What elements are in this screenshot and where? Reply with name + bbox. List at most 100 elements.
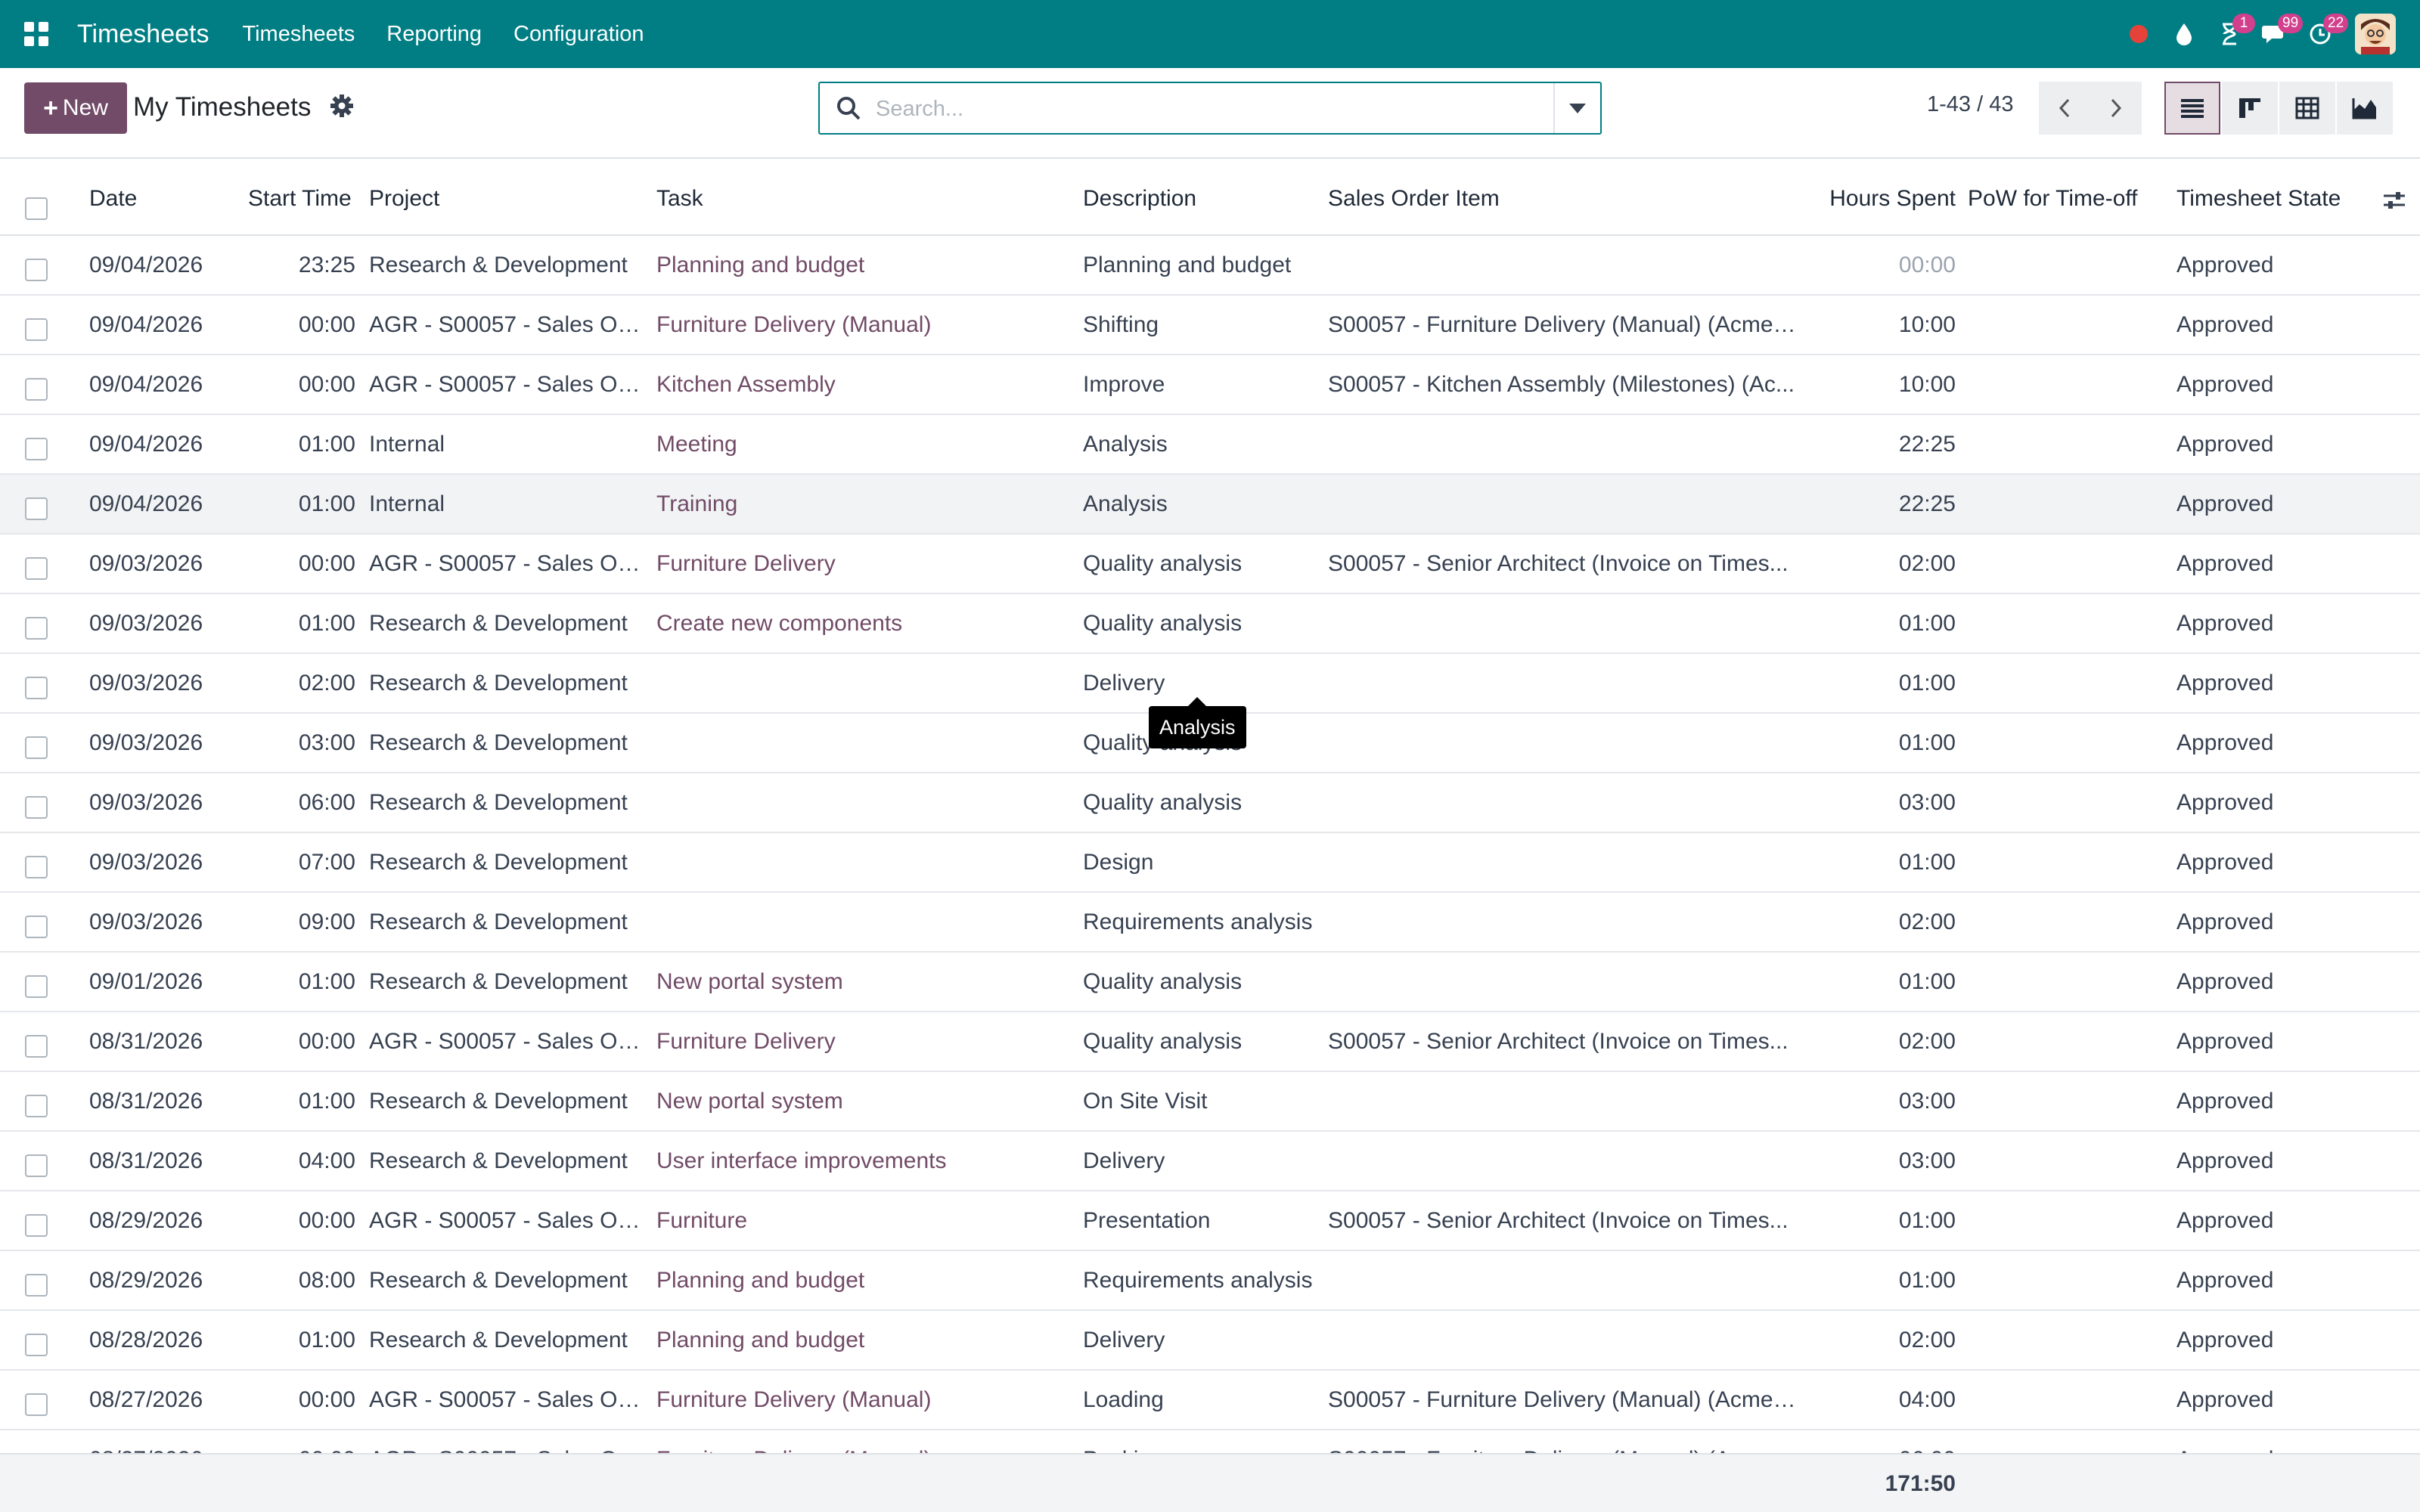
row-checkbox[interactable] — [25, 1095, 48, 1117]
cell-task[interactable]: Planning and budget — [656, 1266, 1065, 1296]
cell-task[interactable]: Kitchen Assembly — [656, 370, 1065, 400]
search-input[interactable] — [876, 92, 1526, 125]
grid-view-icon — [2295, 97, 2319, 119]
recording-icon[interactable] — [2116, 0, 2161, 68]
cell-date: 09/03/2026 — [89, 611, 203, 636]
cell-task[interactable]: Planning and budget — [656, 250, 1065, 280]
list-view-button[interactable] — [2164, 82, 2220, 135]
gear-icon[interactable] — [327, 91, 357, 121]
row-checkbox[interactable] — [25, 497, 48, 520]
cell-task[interactable]: Furniture Delivery — [656, 1027, 1065, 1057]
table-row[interactable]: 09/04/2026 23:25 Research & Development Pla… — [0, 236, 2420, 296]
row-checkbox[interactable] — [25, 1274, 48, 1297]
row-checkbox[interactable] — [25, 677, 48, 699]
row-checkbox[interactable] — [25, 438, 48, 460]
row-checkbox[interactable] — [25, 318, 48, 341]
clock-icon[interactable]: 22 — [2297, 0, 2349, 68]
cell-task[interactable]: Furniture Delivery (Manual) — [656, 310, 1065, 340]
table-row[interactable]: 09/03/2026 00:00 AGR - S00057 - Sales Orde… — [0, 534, 2420, 594]
table-row[interactable]: 09/03/2026 01:00 Research & Development Cre… — [0, 594, 2420, 654]
cell-project: Research & Development — [369, 611, 628, 636]
header-sales-order-item[interactable]: Sales Order Item — [1328, 186, 1500, 212]
cell-task[interactable]: Training — [656, 489, 1065, 519]
row-checkbox[interactable] — [25, 796, 48, 819]
kanban-view-button[interactable] — [2222, 82, 2278, 135]
timesheet-list: Date Start Time Project Task Description… — [0, 160, 2420, 1453]
table-row[interactable]: 08/27/2026 00:00 AGR - S00057 - Sales Orde… — [0, 1430, 2420, 1453]
table-row[interactable]: 09/04/2026 00:00 AGR - S00057 - Sales Orde… — [0, 296, 2420, 355]
row-checkbox[interactable] — [25, 1154, 48, 1177]
cell-hours-spent: 00:00 — [1898, 253, 1956, 277]
optional-columns-icon[interactable] — [2382, 189, 2406, 215]
pager-previous-button[interactable] — [2039, 82, 2090, 135]
cell-task[interactable]: New portal system — [656, 1086, 1065, 1117]
table-row[interactable]: 09/04/2026 00:00 AGR - S00057 - Sales Orde… — [0, 355, 2420, 415]
cell-task[interactable]: Furniture Delivery — [656, 549, 1065, 579]
table-row[interactable]: 08/29/2026 00:00 AGR - S00057 - Sales Orde… — [0, 1191, 2420, 1251]
table-row[interactable]: 08/27/2026 00:00 AGR - S00057 - Sales Orde… — [0, 1371, 2420, 1430]
cell-task[interactable]: User interface improvements — [656, 1146, 1065, 1176]
table-row[interactable]: 09/03/2026 09:00 Research & Development Req… — [0, 893, 2420, 953]
row-checkbox[interactable] — [25, 1214, 48, 1237]
cell-task[interactable]: Meeting — [656, 429, 1065, 460]
pager-value[interactable]: 1-43 / 43 — [1927, 92, 2013, 117]
table-row[interactable]: 08/31/2026 04:00 Research & Development Use… — [0, 1132, 2420, 1191]
row-checkbox[interactable] — [25, 1393, 48, 1416]
row-checkbox[interactable] — [25, 856, 48, 878]
table-row[interactable]: 09/03/2026 07:00 Research & Development Des… — [0, 833, 2420, 893]
header-date[interactable]: Date — [89, 186, 137, 212]
drop-icon[interactable] — [2161, 0, 2207, 68]
table-row[interactable]: 09/01/2026 01:00 Research & Development New… — [0, 953, 2420, 1012]
activity-hourglass-icon[interactable]: 1 — [2207, 0, 2255, 68]
header-task[interactable]: Task — [656, 186, 703, 212]
header-project[interactable]: Project — [369, 186, 439, 212]
table-row[interactable]: 08/31/2026 00:00 AGR - S00057 - Sales Orde… — [0, 1012, 2420, 1072]
header-pow-time-off[interactable]: PoW for Time-off — [1968, 186, 2138, 212]
graph-view-button[interactable] — [2337, 82, 2393, 135]
new-button[interactable]: + New — [24, 82, 127, 134]
table-row[interactable]: 09/03/2026 06:00 Research & Development Qua… — [0, 773, 2420, 833]
cell-task[interactable]: Create new components — [656, 609, 1065, 639]
header-description[interactable]: Description — [1083, 186, 1196, 212]
cell-hours-spent: 01:00 — [1898, 1268, 1956, 1293]
cell-task[interactable]: New portal system — [656, 967, 1065, 997]
header-timesheet-state[interactable]: Timesheet State — [2176, 186, 2341, 212]
table-row[interactable]: 09/04/2026 01:00 Internal Training Analysis 2… — [0, 475, 2420, 534]
table-row[interactable]: 08/28/2026 01:00 Research & Development Pla… — [0, 1311, 2420, 1371]
apps-menu-icon[interactable] — [21, 19, 51, 49]
table-row[interactable]: 08/31/2026 01:00 Research & Development New… — [0, 1072, 2420, 1132]
row-checkbox[interactable] — [25, 259, 48, 281]
cell-task[interactable]: Planning and budget — [656, 1325, 1065, 1356]
row-checkbox[interactable] — [25, 916, 48, 938]
menu-timesheets[interactable]: Timesheets — [242, 22, 355, 47]
menu-configuration[interactable]: Configuration — [513, 22, 644, 47]
messages-chat-icon[interactable]: 99 — [2252, 0, 2304, 68]
row-checkbox[interactable] — [25, 557, 48, 580]
app-brand[interactable]: Timesheets — [77, 20, 209, 49]
table-row[interactable]: 09/03/2026 02:00 Research & Development Del… — [0, 654, 2420, 714]
row-checkbox[interactable] — [25, 736, 48, 759]
cell-start-time: 01:00 — [298, 1089, 355, 1114]
row-checkbox[interactable] — [25, 1334, 48, 1356]
header-start-time[interactable]: Start Time — [248, 186, 352, 212]
cell-timesheet-state: Approved — [2176, 253, 2274, 277]
grid-view-button[interactable] — [2279, 82, 2335, 135]
row-checkbox[interactable] — [25, 617, 48, 640]
pager-next-button[interactable] — [2090, 82, 2142, 135]
cell-project: AGR - S00057 - Sales Order — [369, 1387, 641, 1412]
row-checkbox[interactable] — [25, 975, 48, 998]
row-checkbox[interactable] — [25, 1035, 48, 1058]
select-all-checkbox[interactable] — [25, 197, 48, 220]
table-row[interactable]: 09/04/2026 01:00 Internal Meeting Analysis 22… — [0, 415, 2420, 475]
user-avatar[interactable] — [2355, 14, 2396, 54]
search-options-toggle[interactable] — [1553, 83, 1600, 133]
cell-task[interactable]: Furniture — [656, 1206, 1065, 1236]
header-hours-spent[interactable]: Hours Spent — [1800, 186, 1956, 212]
list-view-icon — [2181, 99, 2204, 118]
cell-task[interactable]: Furniture Delivery (Manual) — [656, 1445, 1065, 1453]
cell-task[interactable]: Furniture Delivery (Manual) — [656, 1385, 1065, 1415]
cell-hours-spent: 02:00 — [1898, 1029, 1956, 1054]
table-row[interactable]: 08/29/2026 08:00 Research & Development Pla… — [0, 1251, 2420, 1311]
row-checkbox[interactable] — [25, 378, 48, 401]
menu-reporting[interactable]: Reporting — [386, 22, 482, 47]
